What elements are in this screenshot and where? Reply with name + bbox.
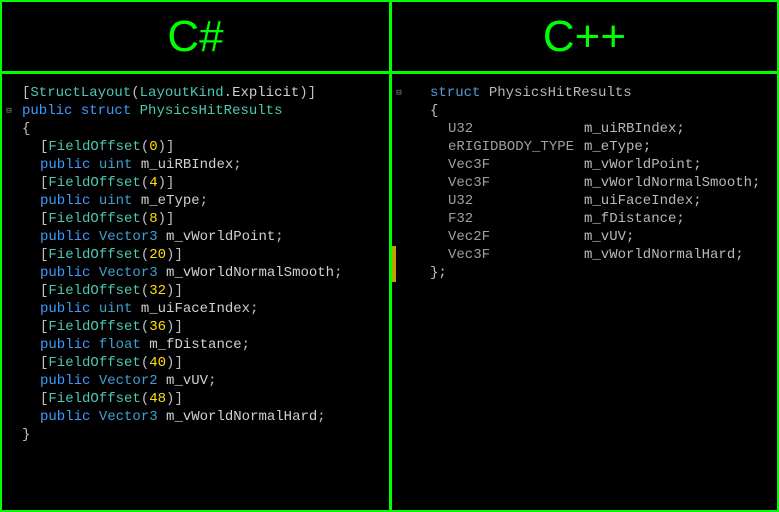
code-line: }; [412,264,773,282]
code-line: Vec3Fm_vWorldNormalHard; [412,246,773,264]
code-line: Vec3Fm_vWorldPoint; [412,156,773,174]
code-line: Vec2Fm_vUV; [412,228,773,246]
code-line: [FieldOffset(8)] [22,210,385,228]
cpp-code[interactable]: ⊟ struct PhysicsHitResults{U32m_uiRBInde… [392,74,777,510]
left-header: C# [2,2,389,74]
code-line: [FieldOffset(4)] [22,174,385,192]
code-line: public Vector3 m_vWorldNormalHard; [22,408,385,426]
right-pane: C++ ⊟ struct PhysicsHitResults{U32m_uiRB… [392,2,777,510]
code-line: [FieldOffset(48)] [22,390,385,408]
code-line: public Vector3 m_vWorldPoint; [22,228,385,246]
code-line: { [22,120,385,138]
code-line: [FieldOffset(0)] [22,138,385,156]
fold-minus-icon[interactable]: ⊟ [2,102,16,120]
right-title: C++ [543,12,626,62]
change-marker [392,246,396,282]
right-header: C++ [392,2,777,74]
code-line: struct PhysicsHitResults [412,84,773,102]
code-line: { [412,102,773,120]
left-gutter: ⊟ [2,84,16,120]
code-line: [FieldOffset(20)] [22,246,385,264]
comparison-layout: C# ⊟ [StructLayout(LayoutKind.Explicit)]… [2,2,777,510]
code-line: Vec3Fm_vWorldNormalSmooth; [412,174,773,192]
code-line: public Vector2 m_vUV; [22,372,385,390]
csharp-code[interactable]: ⊟ [StructLayout(LayoutKind.Explicit)]pub… [2,74,389,510]
code-line: public uint m_uiRBIndex; [22,156,385,174]
code-line: public struct PhysicsHitResults [22,102,385,120]
code-line: F32m_fDistance; [412,210,773,228]
code-line: public Vector3 m_vWorldNormalSmooth; [22,264,385,282]
code-line: } [22,426,385,444]
code-line: public float m_fDistance; [22,336,385,354]
code-line: U32m_uiRBIndex; [412,120,773,138]
code-line: [FieldOffset(32)] [22,282,385,300]
code-line: [StructLayout(LayoutKind.Explicit)] [22,84,385,102]
left-pane: C# ⊟ [StructLayout(LayoutKind.Explicit)]… [2,2,392,510]
code-line: public uint m_eType; [22,192,385,210]
code-line: [FieldOffset(40)] [22,354,385,372]
code-line: public uint m_uiFaceIndex; [22,300,385,318]
code-line: eRIGIDBODY_TYPEm_eType; [412,138,773,156]
code-line: [FieldOffset(36)] [22,318,385,336]
left-title: C# [167,12,223,62]
code-line: U32m_uiFaceIndex; [412,192,773,210]
fold-minus-icon[interactable]: ⊟ [392,84,406,102]
right-gutter: ⊟ [392,84,406,102]
